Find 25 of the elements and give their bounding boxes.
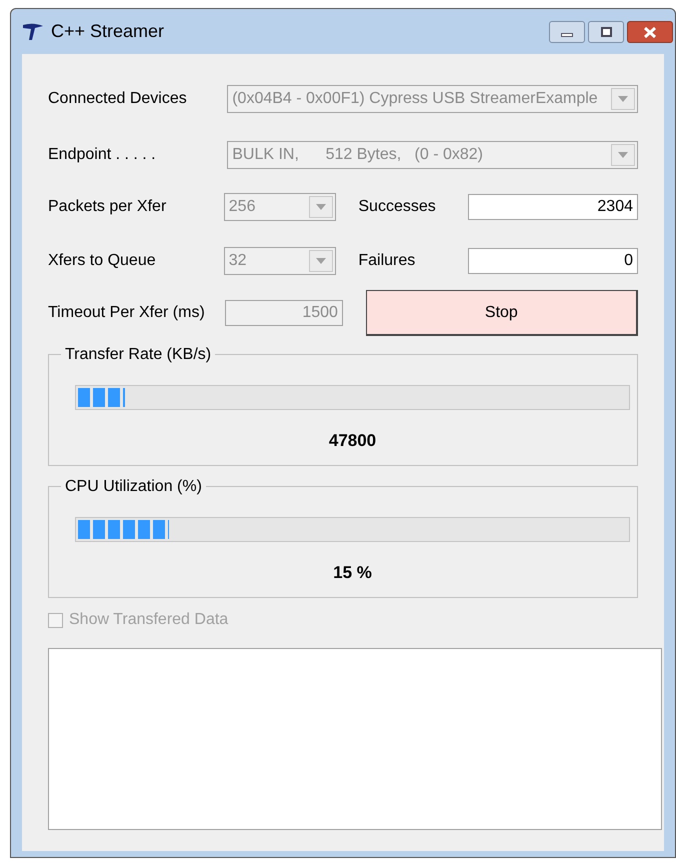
window-title: C++ Streamer xyxy=(51,20,164,43)
minimize-button[interactable] xyxy=(549,21,585,43)
reading-value: 15 % xyxy=(332,562,373,584)
close-icon xyxy=(644,26,656,38)
dropdown-value: BULK IN, 512 Bytes, (0 - 0x82) xyxy=(232,145,483,165)
stop-button[interactable]: Stop xyxy=(366,290,638,336)
dropdown-value: 256 xyxy=(228,197,256,217)
failures-field[interactable]: 0 xyxy=(468,248,638,274)
maximize-icon xyxy=(600,27,612,37)
dropdown-value: (0x04B4 - 0x00F1) Cypress USB StreamerExample xyxy=(232,89,598,109)
field-label: Successes xyxy=(358,197,437,217)
maximize-button[interactable] xyxy=(588,21,624,43)
field-label: Timeout Per Xfer (ms) xyxy=(48,303,206,323)
minimize-icon xyxy=(561,33,573,37)
field-label: Connected Devices xyxy=(48,89,188,109)
successes-field[interactable]: 2304 xyxy=(468,194,638,220)
field-label: Xfers to Queue xyxy=(48,251,157,271)
dropdown-value: 32 xyxy=(228,251,247,271)
reading-value: 47800 xyxy=(328,430,378,452)
checkbox-label: Show Transfered Data xyxy=(69,610,228,630)
app-logo-icon xyxy=(21,22,45,42)
close-button[interactable] xyxy=(627,21,673,43)
field-label: Packets per Xfer xyxy=(48,197,168,217)
field-label: Endpoint . . . . . xyxy=(48,145,157,165)
field-label: Failures xyxy=(358,251,416,271)
